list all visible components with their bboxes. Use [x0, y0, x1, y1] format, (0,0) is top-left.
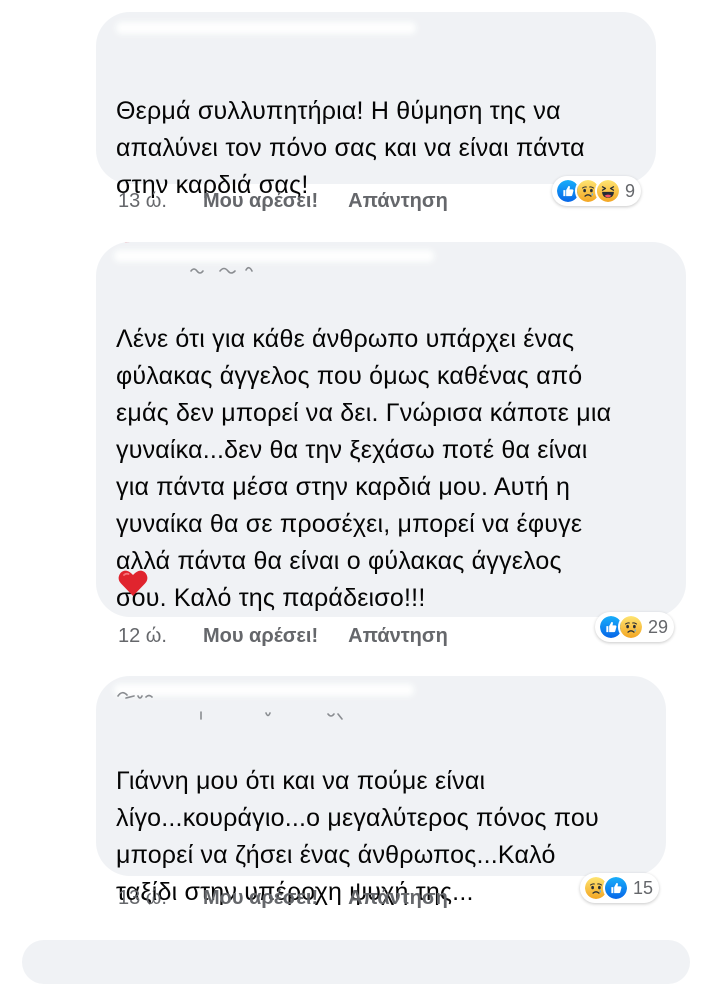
- red-heart-emoji: [118, 569, 148, 602]
- like-button[interactable]: Μου αρέσει!: [203, 887, 318, 910]
- reactions-summary[interactable]: 29: [595, 612, 675, 642]
- comment-body: Λένε ότι για κάθε άνθρωπο υπάρχει ένας φ…: [116, 325, 612, 612]
- reaction-count: 29: [648, 616, 669, 637]
- comment-timestamp: 13 ώ.: [118, 886, 167, 909]
- reply-button[interactable]: Απάντηση: [348, 887, 448, 910]
- reactions-summary[interactable]: 15: [580, 873, 660, 903]
- reaction-count: 15: [633, 877, 654, 898]
- comment-bubble: Λένε ότι για κάθε άνθρωπο υπάρχει ένας φ…: [96, 242, 686, 617]
- like-reaction-icon: [603, 875, 629, 901]
- sad-reaction-icon: [618, 614, 644, 640]
- reply-button[interactable]: Απάντηση: [348, 625, 448, 648]
- reply-button[interactable]: Απάντηση: [348, 190, 448, 213]
- like-button[interactable]: Μου αρέσει!: [203, 625, 318, 648]
- comment-actions: 12 ώ. Μου αρέσει! Απάντηση: [118, 621, 478, 651]
- comment-actions: 13 ώ. Μου αρέσει! Απάντηση: [118, 883, 478, 913]
- comment-input-box[interactable]: [22, 940, 690, 984]
- comment-actions: 13 ώ. Μου αρέσει! Απάντηση: [118, 186, 478, 216]
- comment-timestamp: 12 ώ.: [118, 624, 167, 647]
- comment-bubble: Θερμά συλλυπητήρια! Η θύμηση της να απαλ…: [96, 12, 656, 270]
- comment-timestamp: 13 ώ.: [118, 189, 167, 212]
- commenter-name-redacted: [114, 684, 414, 696]
- commenter-name-redacted: [114, 250, 434, 262]
- reactions-summary[interactable]: 9: [552, 176, 642, 206]
- like-button[interactable]: Μου αρέσει!: [203, 190, 318, 213]
- comment-text: Λένε ότι για κάθε άνθρωπο υπάρχει ένας φ…: [116, 284, 676, 617]
- comment-body: Θερμά συλλυπητήρια! Η θύμηση της να απαλ…: [116, 97, 585, 199]
- reaction-count: 9: [625, 180, 636, 201]
- haha-reaction-icon: [595, 178, 621, 204]
- commenter-name-redacted: [116, 22, 416, 34]
- comment-bubble: Γιάννη μου ότι και να πούμε είναι λίγο..…: [96, 676, 666, 977]
